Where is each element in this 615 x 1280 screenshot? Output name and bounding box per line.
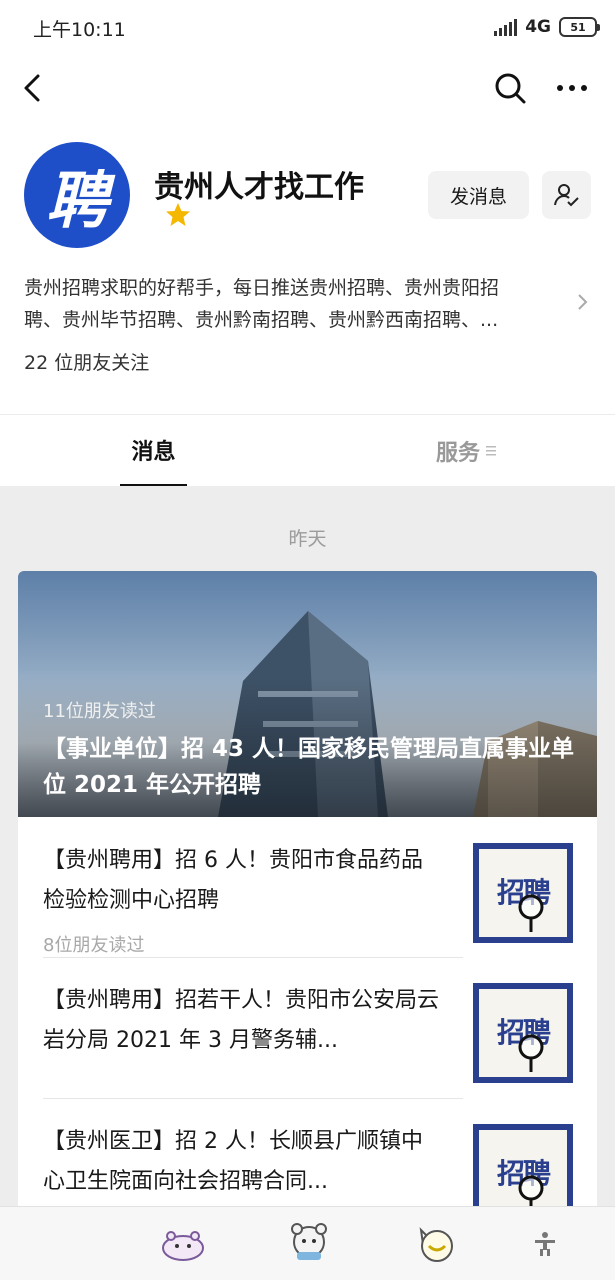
- description-line: 聘、贵州毕节招聘、贵州黔南招聘、贵州黔西南招聘、...: [24, 309, 499, 331]
- nav-bar: [0, 54, 615, 126]
- article-readers: 8位朋友读过: [43, 935, 145, 956]
- magnifier-icon: [518, 1175, 544, 1211]
- message-feed: 昨天 11位朋友读过 【事业单位】招 43 人！国家移民管理局直属事业单位 20…: [0, 486, 615, 1211]
- network-label: 4G: [525, 17, 551, 37]
- cat-sticker-icon: [419, 1227, 453, 1262]
- user-check-icon: [553, 184, 579, 207]
- article-item[interactable]: 【贵州医卫】招 2 人！长顺县广顺镇中心卫生院面向社会招聘合同... 招聘: [43, 1122, 573, 1211]
- bottom-menu-item-1[interactable]: [158, 1219, 208, 1269]
- divider: [43, 957, 463, 958]
- avatar-text: 聘: [45, 164, 108, 237]
- article-item[interactable]: 【贵州聘用】招若干人！贵阳市公安局云岩分局 2021 年 3 月警务辅... 招…: [43, 981, 573, 1121]
- status-bar: 上午10:11 4G 51: [0, 0, 615, 54]
- tab-services[interactable]: 服务: [436, 415, 497, 487]
- cover-readers: 11位朋友读过: [43, 701, 156, 722]
- back-button[interactable]: [14, 68, 54, 108]
- status-indicators: 4G 51: [494, 14, 600, 40]
- follow-button[interactable]: [542, 171, 591, 219]
- search-icon: [495, 73, 526, 104]
- chevron-left-icon: [24, 74, 40, 102]
- magnifier-icon: [518, 1034, 544, 1072]
- bear-sticker-icon: [291, 1223, 327, 1260]
- article-thumbnail: 招聘: [473, 983, 573, 1083]
- bottom-menu-item-2[interactable]: [284, 1219, 334, 1269]
- bottom-menu-item-3[interactable]: [412, 1219, 462, 1269]
- menu-lines-icon: [486, 446, 497, 456]
- tab-bar: 消息 服务: [0, 414, 615, 487]
- date-label: 昨天: [288, 528, 327, 550]
- tab-messages[interactable]: 消息: [120, 415, 187, 487]
- friends-follow-count: 22 位朋友关注: [24, 352, 150, 374]
- avatar[interactable]: 聘: [24, 142, 130, 248]
- battery-icon: 51: [559, 17, 600, 37]
- search-button[interactable]: [490, 68, 530, 108]
- accessibility-icon: [535, 1232, 555, 1256]
- battery-level: 51: [570, 20, 586, 34]
- accessibility-button[interactable]: [520, 1219, 570, 1269]
- account-description[interactable]: 贵州招聘求职的好帮手，每日推送贵州招聘、贵州贵阳招 聘、贵州毕节招聘、贵州黔南招…: [24, 272, 564, 336]
- magnifier-icon: [518, 894, 544, 932]
- article-card: 11位朋友读过 【事业单位】招 43 人！国家移民管理局直属事业单位 2021 …: [18, 571, 597, 1211]
- bear-sticker-icon: [162, 1231, 204, 1261]
- account-profile: 聘 贵州人才找工作 发消息 贵州招聘求职的好帮手，每日推送贵州招聘、贵州贵阳招 …: [0, 126, 615, 414]
- more-dots-icon: [557, 85, 587, 91]
- chevron-right-icon[interactable]: [576, 292, 590, 312]
- star-icon: [166, 203, 190, 226]
- article-thumbnail: 招聘: [473, 1124, 573, 1211]
- more-button[interactable]: [550, 68, 594, 108]
- send-message-button[interactable]: 发消息: [428, 171, 529, 219]
- article-item[interactable]: 【贵州聘用】招 6 人！贵阳市食品药品检验检测中心招聘 8位朋友读过 招聘: [43, 841, 573, 981]
- description-line: 贵州招聘求职的好帮手，每日推送贵州招聘、贵州贵阳招: [24, 277, 500, 299]
- cover-title: 【事业单位】招 43 人！国家移民管理局直属事业单位 2021 年公开招聘: [43, 736, 575, 798]
- tab-services-label: 服务: [436, 441, 481, 466]
- account-name: 贵州人才找工作: [154, 170, 364, 205]
- signal-icon: [494, 18, 518, 36]
- divider: [43, 1098, 463, 1099]
- article-title: 【贵州医卫】招 2 人！长顺县广顺镇中心卫生院面向社会招聘合同...: [43, 1129, 423, 1194]
- bottom-menu-bar: [0, 1206, 615, 1280]
- article-title: 【贵州聘用】招 6 人！贵阳市食品药品检验检测中心招聘: [43, 848, 423, 913]
- cover-article[interactable]: 11位朋友读过 【事业单位】招 43 人！国家移民管理局直属事业单位 2021 …: [18, 571, 597, 817]
- article-title: 【贵州聘用】招若干人！贵阳市公安局云岩分局 2021 年 3 月警务辅...: [43, 988, 440, 1053]
- article-thumbnail: 招聘: [473, 843, 573, 943]
- status-time: 上午10:11: [33, 19, 126, 41]
